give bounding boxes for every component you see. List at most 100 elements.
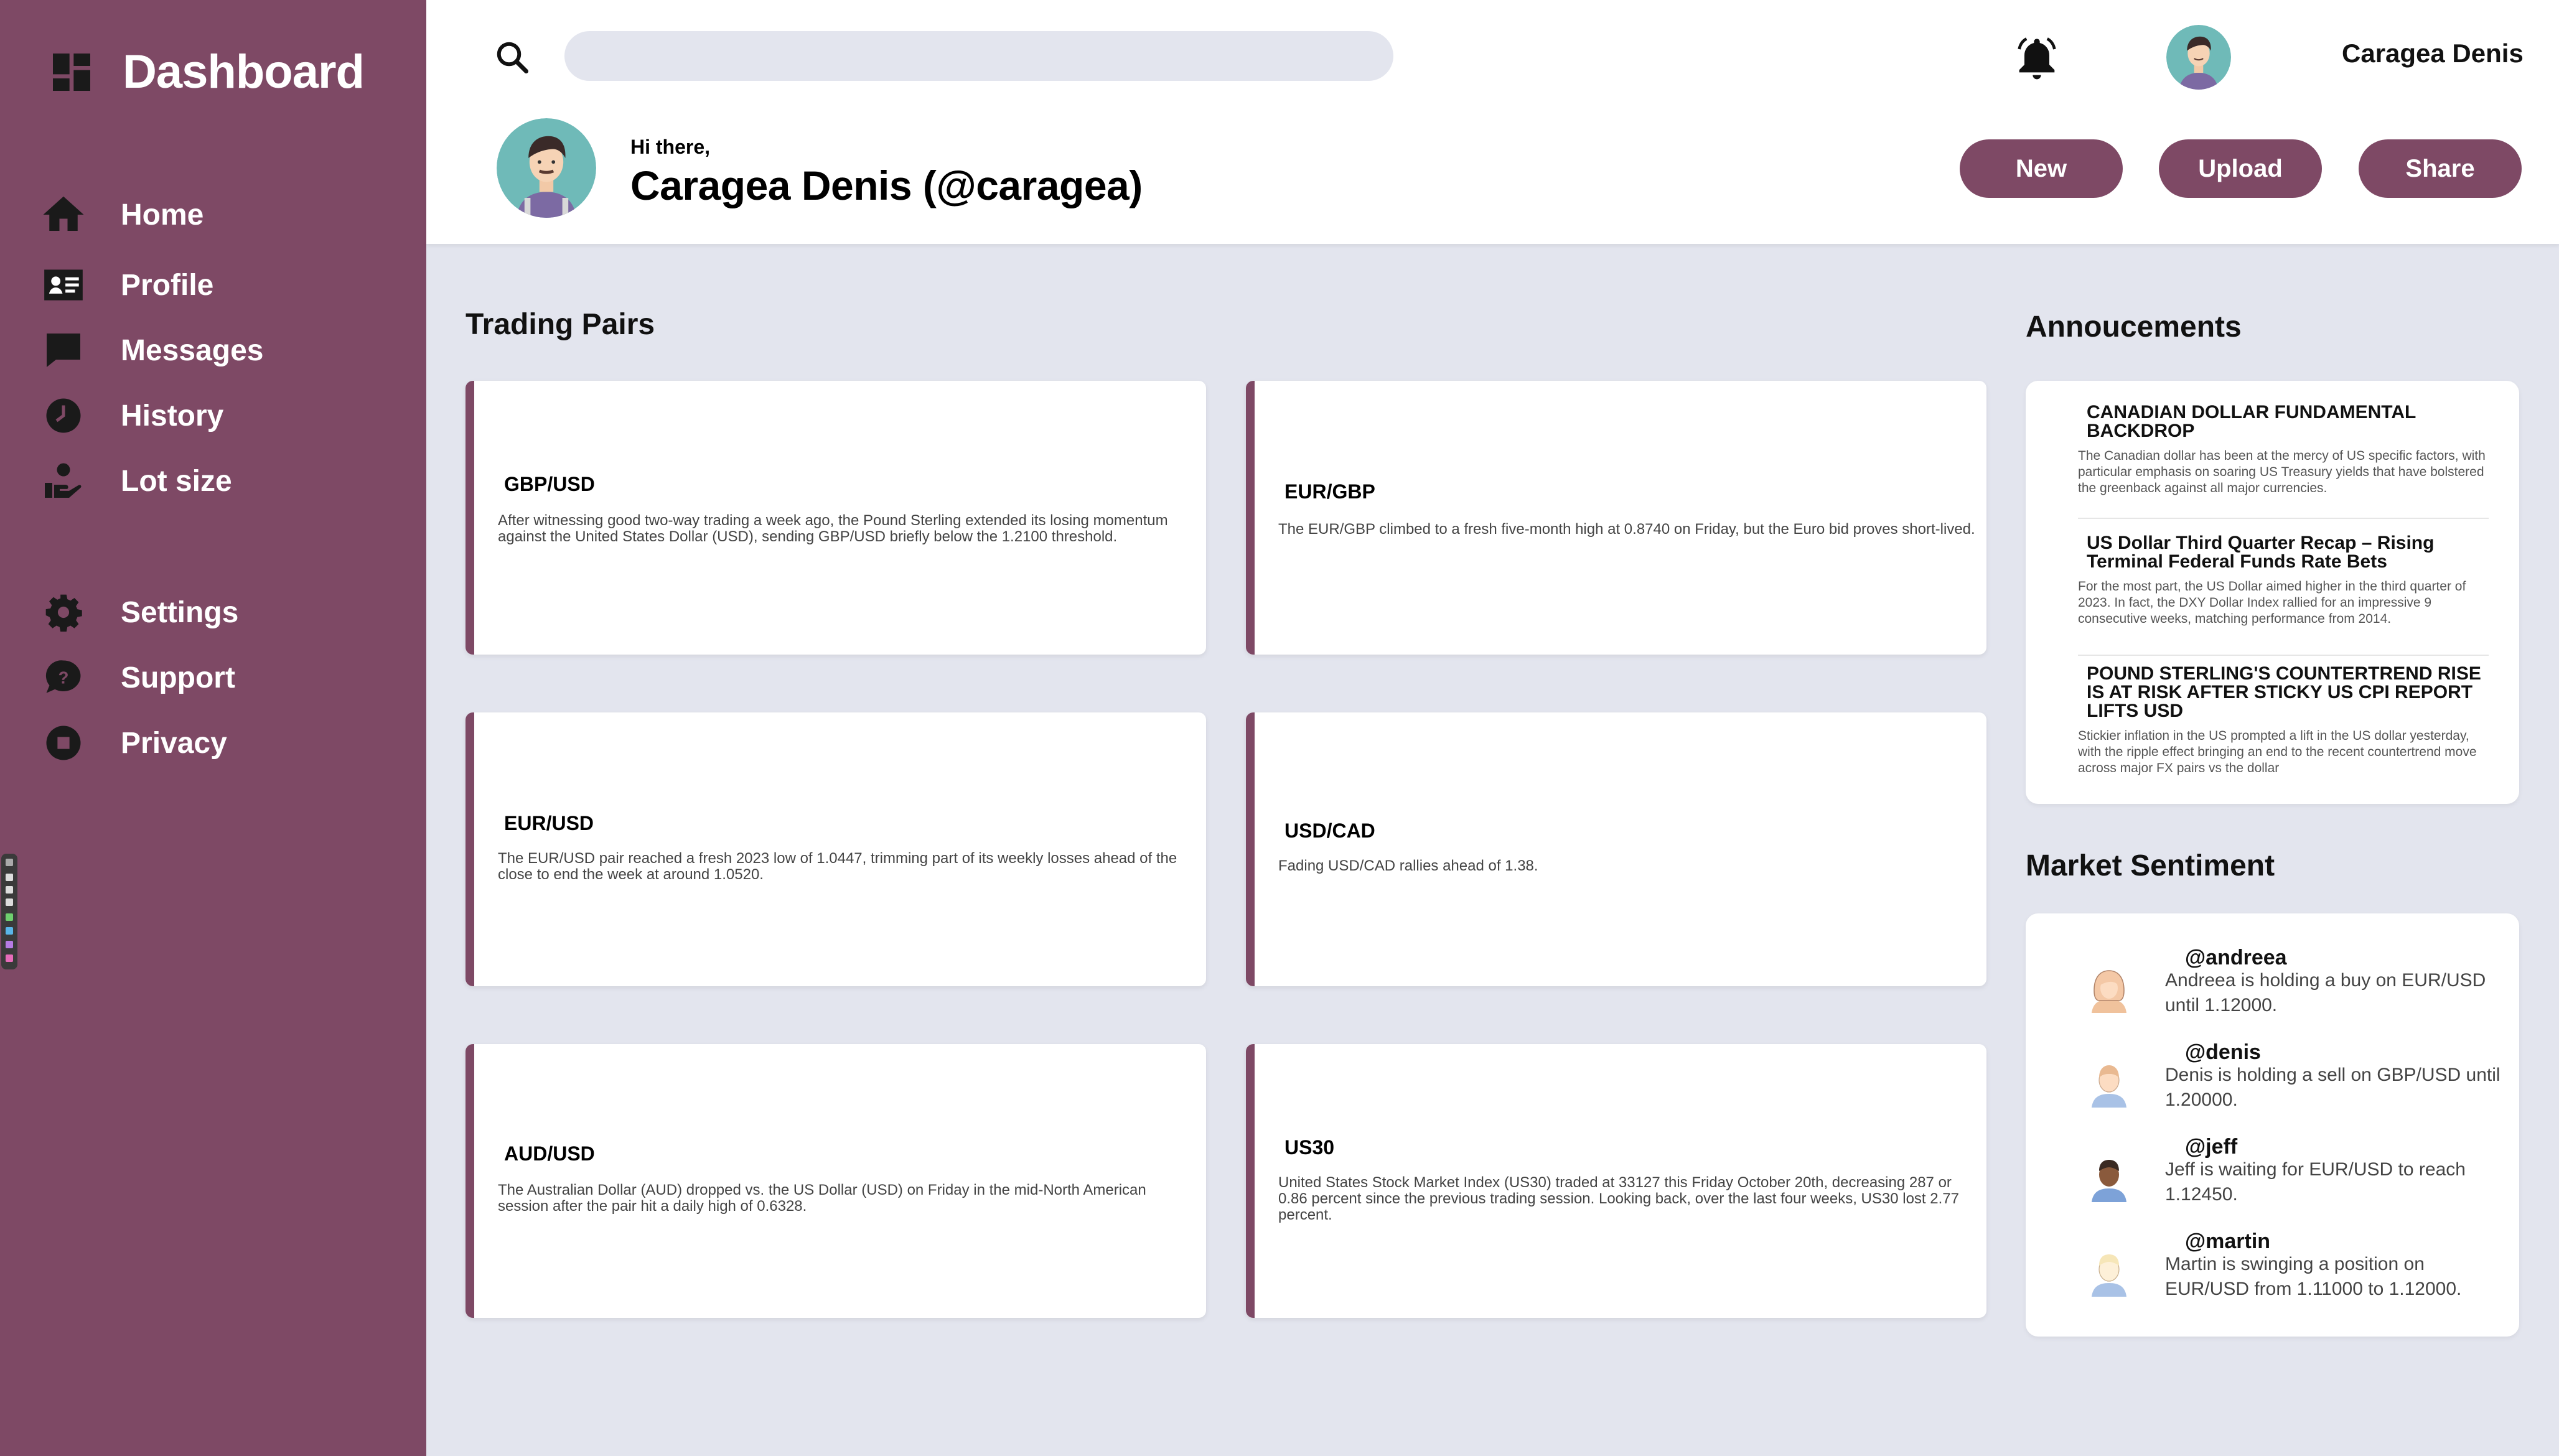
- sentiment-message: Andreea is holding a buy on EUR/USD unti…: [2165, 970, 2486, 1015]
- search-input[interactable]: [564, 31, 1393, 81]
- announcement-title: CANADIAN DOLLAR FUNDAMENTAL BACKDROP: [2087, 402, 2416, 441]
- announcement-title: POUND STERLING'S COUNTERTREND RISE IS AT…: [2087, 663, 2481, 721]
- tool-swatch: [6, 886, 13, 894]
- announcement-item[interactable]: CANADIAN DOLLAR FUNDAMENTAL BACKDROP The…: [2078, 403, 2489, 497]
- sentiment-item[interactable]: @andreea Andreea is holding a buy on EUR…: [2084, 946, 2495, 1027]
- announcement-item[interactable]: POUND STERLING'S COUNTERTREND RISE IS AT…: [2078, 665, 2489, 777]
- tool-swatch: [6, 927, 13, 935]
- pair-description: After witnessing good two-way trading a …: [498, 512, 1168, 545]
- sidebar-item-label: Privacy: [121, 726, 227, 760]
- sidebar-item-settings[interactable]: Settings: [39, 587, 238, 637]
- sidebar-item-profile[interactable]: Profile: [39, 260, 213, 310]
- tool-swatch: [6, 859, 13, 866]
- share-button[interactable]: Share: [2359, 139, 2522, 198]
- sentiment-handle: @jeff: [2185, 1135, 2238, 1159]
- search-icon[interactable]: [494, 39, 531, 76]
- announcements-title: Annoucements: [2026, 310, 2242, 343]
- pair-symbol: EUR/GBP: [1284, 480, 1375, 503]
- upload-button[interactable]: Upload: [2159, 139, 2322, 198]
- sentiment-item[interactable]: @jeff Jeff is waiting for EUR/USD to rea…: [2084, 1135, 2495, 1216]
- sidebar-item-lot-size[interactable]: Lot size: [39, 456, 232, 506]
- sentiment-message: Denis is holding a sell on GBP/USD until…: [2165, 1065, 2501, 1110]
- user-avatar[interactable]: [2166, 25, 2231, 90]
- help-bubble-icon: ?: [39, 653, 88, 702]
- pair-description: United States Stock Market Index (US30) …: [1278, 1174, 1959, 1223]
- trading-pair-card[interactable]: US30 United States Stock Market Index (U…: [1246, 1044, 1986, 1318]
- male-avatar-icon: [2092, 1254, 2126, 1297]
- hand-coin-icon: [39, 456, 88, 506]
- announcement-item[interactable]: US Dollar Third Quarter Recap – Rising T…: [2078, 534, 2489, 627]
- sidebar-item-label: Messages: [121, 334, 264, 367]
- trading-pair-card[interactable]: USD/CAD Fading USD/CAD rallies ahead of …: [1246, 712, 1986, 986]
- sentiment-handle: @andreea: [2185, 946, 2287, 969]
- announcement-title: US Dollar Third Quarter Recap – Rising T…: [2087, 533, 2435, 572]
- sidebar-item-label: Support: [121, 661, 235, 694]
- greeting: Hi there,: [630, 136, 711, 158]
- clock-icon: [39, 391, 88, 441]
- announcements-panel: CANADIAN DOLLAR FUNDAMENTAL BACKDROP The…: [2026, 381, 2519, 804]
- sidebar-item-label: Settings: [121, 595, 239, 629]
- id-card-icon: [39, 260, 88, 310]
- sidebar-item-history[interactable]: History: [39, 391, 223, 441]
- page-title: Caragea Denis (@caragea): [630, 162, 1143, 208]
- tool-swatch: [6, 954, 13, 962]
- brand[interactable]: Dashboard: [47, 45, 365, 99]
- user-name[interactable]: Caragea Denis: [2342, 39, 2524, 68]
- sidebar-item-label: Home: [121, 198, 204, 231]
- brand-title: Dashboard: [123, 45, 365, 98]
- dashboard-icon: [53, 53, 90, 91]
- male-avatar-icon: [2092, 1065, 2126, 1108]
- sidebar-item-messages[interactable]: Messages: [39, 325, 263, 375]
- tool-swatch: [6, 898, 13, 906]
- trading-pair-card[interactable]: EUR/GBP The EUR/GBP climbed to a fresh f…: [1246, 381, 1986, 655]
- pair-description: The EUR/GBP climbed to a fresh five-mont…: [1278, 521, 1975, 538]
- avatar-icon: [2166, 25, 2231, 90]
- sentiment-handle: @denis: [2185, 1040, 2261, 1064]
- market-sentiment-panel: @andreea Andreea is holding a buy on EUR…: [2026, 913, 2519, 1337]
- announcement-description: Stickier inflation in the US prompted a …: [2078, 729, 2477, 775]
- trading-pairs-title: Trading Pairs: [465, 308, 655, 341]
- sidebar-item-privacy[interactable]: Privacy: [39, 718, 227, 768]
- sentiment-item[interactable]: @denis Denis is holding a sell on GBP/US…: [2084, 1040, 2501, 1121]
- divider: [2078, 518, 2489, 519]
- male-avatar-icon: [2092, 1160, 2126, 1202]
- pair-symbol: US30: [1284, 1136, 1335, 1159]
- announcement-description: The Canadian dollar has been at the merc…: [2078, 449, 2486, 495]
- chat-icon: [39, 325, 88, 375]
- tool-swatch: [6, 913, 13, 921]
- tool-swatch: [6, 941, 13, 948]
- color-picker-tool[interactable]: [1, 854, 17, 969]
- gear-icon: [39, 587, 88, 637]
- sentiment-item[interactable]: @martin Martin is swinging a position on…: [2084, 1230, 2495, 1310]
- svg-text:?: ?: [58, 668, 69, 688]
- tool-swatch: [6, 874, 13, 881]
- sidebar-item-support[interactable]: ? Support: [39, 653, 235, 702]
- trading-pair-card[interactable]: EUR/USD The EUR/USD pair reached a fresh…: [465, 712, 1206, 986]
- market-sentiment-title: Market Sentiment: [2026, 849, 2275, 882]
- pair-description: Fading USD/CAD rallies ahead of 1.38.: [1278, 857, 1538, 874]
- new-button[interactable]: New: [1960, 139, 2123, 198]
- bell-icon[interactable]: [2012, 34, 2062, 83]
- female-avatar-icon: [2092, 970, 2126, 1013]
- home-icon: [39, 190, 88, 240]
- pair-description: The Australian Dollar (AUD) dropped vs. …: [498, 1182, 1146, 1215]
- pair-description: The EUR/USD pair reached a fresh 2023 lo…: [498, 850, 1177, 883]
- pair-symbol: AUD/USD: [504, 1142, 595, 1165]
- sidebar-item-label: Profile: [121, 268, 214, 302]
- pair-symbol: EUR/USD: [504, 812, 594, 834]
- divider: [2078, 655, 2489, 656]
- trading-pair-card[interactable]: AUD/USD The Australian Dollar (AUD) drop…: [465, 1044, 1206, 1318]
- record-icon: [39, 718, 88, 768]
- sidebar-item-label: Lot size: [121, 464, 232, 498]
- avatar-icon: [497, 118, 596, 218]
- sentiment-handle: @martin: [2185, 1230, 2271, 1253]
- profile-avatar: [497, 118, 596, 218]
- sidebar: Dashboard Home Profile Messages History …: [0, 0, 426, 1456]
- sidebar-item-home[interactable]: Home: [39, 190, 204, 240]
- pair-symbol: GBP/USD: [504, 473, 595, 495]
- sentiment-message: Jeff is waiting for EUR/USD to reach 1.1…: [2165, 1159, 2466, 1205]
- sentiment-message: Martin is swinging a position on EUR/USD…: [2165, 1254, 2462, 1299]
- trading-pair-card[interactable]: GBP/USD After witnessing good two-way tr…: [465, 381, 1206, 655]
- header: Caragea Denis Hi there, Caragea Denis (@…: [426, 0, 2559, 244]
- sidebar-item-label: History: [121, 399, 224, 432]
